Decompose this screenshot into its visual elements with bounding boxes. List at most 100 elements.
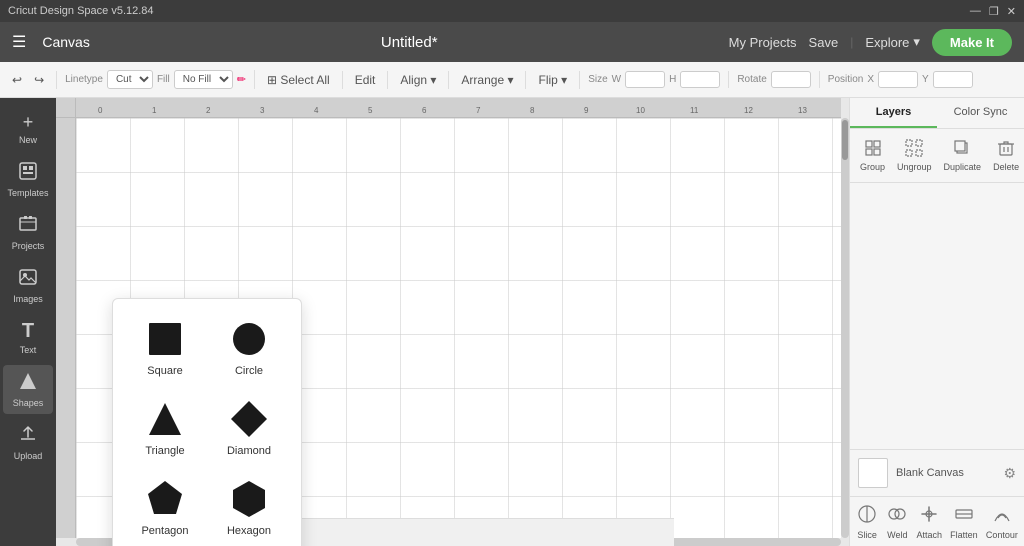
align-button[interactable]: Align ▾ xyxy=(396,71,440,89)
rotate-label: Rotate xyxy=(737,74,766,85)
linetype-select[interactable]: Cut xyxy=(107,70,153,89)
rotate-input[interactable] xyxy=(771,71,811,88)
fill-select[interactable]: No Fill xyxy=(174,70,233,89)
h-label: H xyxy=(669,74,676,85)
shapes-icon xyxy=(18,371,38,396)
shape-pentagon[interactable]: Pentagon xyxy=(125,471,205,543)
sidebar-item-upload[interactable]: Upload xyxy=(3,418,53,467)
sidebar-item-templates[interactable]: Templates xyxy=(3,155,53,204)
hexagon-icon xyxy=(227,477,271,521)
canvas-settings-icon[interactable]: ⚙ xyxy=(1003,465,1016,482)
explore-button[interactable]: Explore ▾ xyxy=(865,34,920,50)
undo-button[interactable]: ↩ xyxy=(8,71,26,89)
shape-diamond[interactable]: Diamond xyxy=(209,391,289,463)
sidebar-item-templates-label: Templates xyxy=(7,188,48,198)
ungroup-button[interactable]: Ungroup xyxy=(891,135,938,176)
toolbar-linetype-group: Linetype Cut Fill No Fill ✏ xyxy=(65,70,255,89)
pentagon-icon xyxy=(143,477,187,521)
flatten-icon xyxy=(953,503,975,528)
hamburger-menu[interactable]: ☰ xyxy=(12,32,26,52)
attach-label: Attach xyxy=(916,530,942,540)
shape-circle[interactable]: Circle xyxy=(209,311,289,383)
linetype-label: Linetype xyxy=(65,74,103,85)
width-input[interactable] xyxy=(625,71,665,88)
sidebar-item-images[interactable]: Images xyxy=(3,261,53,310)
my-projects-link[interactable]: My Projects xyxy=(729,35,797,50)
diamond-icon xyxy=(227,397,271,441)
circle-icon xyxy=(227,317,271,361)
weld-label: Weld xyxy=(887,530,907,540)
save-button[interactable]: Save xyxy=(809,35,839,50)
tab-colorsync[interactable]: Color Sync xyxy=(937,98,1024,128)
toolbar-rotate-group: Rotate xyxy=(737,71,819,88)
group-button[interactable]: Group xyxy=(854,135,891,176)
close-btn[interactable]: ✕ xyxy=(1007,5,1016,18)
toolbar-position-group: Position X Y xyxy=(828,71,981,88)
pencil-icon[interactable]: ✏ xyxy=(237,73,246,86)
sidebar-item-text[interactable]: T Text xyxy=(3,314,53,361)
delete-label: Delete xyxy=(993,162,1019,172)
sidebar-item-projects[interactable]: Projects xyxy=(3,208,53,257)
diamond-label: Diamond xyxy=(227,445,271,457)
x-input[interactable] xyxy=(878,71,918,88)
group-icon xyxy=(864,139,882,160)
sidebar-item-images-label: Images xyxy=(13,294,43,304)
app-name: Cricut Design Space v5.12.84 xyxy=(8,5,154,17)
right-panel: Layers Color Sync Group Ungroup Duplic xyxy=(849,98,1024,546)
ruler-corner xyxy=(56,98,76,118)
make-it-button[interactable]: Make It xyxy=(932,29,1012,56)
sidebar-item-shapes-label: Shapes xyxy=(13,398,44,408)
canvas-label: Canvas xyxy=(42,34,89,50)
slice-button[interactable]: Slice xyxy=(856,503,878,540)
toolbar-size-group: Size W H xyxy=(588,71,729,88)
upload-icon xyxy=(18,424,38,449)
flip-button[interactable]: Flip ▾ xyxy=(534,71,571,89)
ruler-horizontal: 0 1 2 3 4 5 6 7 8 9 10 11 12 13 xyxy=(76,98,841,118)
scrollbar-v-track[interactable] xyxy=(841,118,849,538)
toolbar-flip-group: Flip ▾ xyxy=(534,71,580,89)
top-nav: ☰ Canvas Untitled* My Projects Save | Ex… xyxy=(0,22,1024,62)
edit-button[interactable]: Edit xyxy=(351,71,380,89)
height-input[interactable] xyxy=(680,71,720,88)
shape-triangle[interactable]: Triangle xyxy=(125,391,205,463)
tab-layers[interactable]: Layers xyxy=(850,98,937,128)
shape-hexagon[interactable]: Hexagon xyxy=(209,471,289,543)
select-all-button[interactable]: ⊞ Select All xyxy=(263,71,334,89)
y-input[interactable] xyxy=(933,71,973,88)
weld-icon xyxy=(886,503,908,528)
arrange-button[interactable]: Arrange ▾ xyxy=(457,71,517,89)
ruler-vertical xyxy=(56,118,76,538)
shapes-grid: Square Circle Triangle xyxy=(125,311,289,546)
redo-button[interactable]: ↪ xyxy=(30,71,48,89)
slice-label: Slice xyxy=(857,530,877,540)
scrollbar-v-thumb[interactable] xyxy=(842,120,848,160)
duplicate-button[interactable]: Duplicate xyxy=(938,135,988,176)
flatten-button[interactable]: Flatten xyxy=(950,503,978,540)
square-icon xyxy=(143,317,187,361)
attach-button[interactable]: Attach xyxy=(916,503,942,540)
minimize-btn[interactable]: — xyxy=(970,5,981,18)
triangle-label: Triangle xyxy=(145,445,184,457)
images-icon xyxy=(18,267,38,292)
toolbar-undo-group: ↩ ↪ xyxy=(8,71,57,89)
sidebar-item-new[interactable]: + New xyxy=(3,106,53,151)
attach-icon xyxy=(918,503,940,528)
sidebar-item-text-label: Text xyxy=(20,345,37,355)
delete-icon xyxy=(997,139,1015,160)
layers-content xyxy=(850,183,1024,449)
scrollbar-vertical[interactable] xyxy=(841,118,849,538)
canvas-color-swatch[interactable] xyxy=(858,458,888,488)
shape-square[interactable]: Square xyxy=(125,311,205,383)
panel-footer: Blank Canvas ⚙ xyxy=(850,449,1024,496)
sidebar-item-projects-label: Projects xyxy=(12,241,45,251)
ungroup-label: Ungroup xyxy=(897,162,932,172)
sidebar-item-shapes[interactable]: Shapes xyxy=(3,365,53,414)
window-controls[interactable]: — ❐ ✕ xyxy=(970,5,1016,18)
contour-button[interactable]: Contour xyxy=(986,503,1018,540)
square-label: Square xyxy=(147,365,182,377)
weld-button[interactable]: Weld xyxy=(886,503,908,540)
canvas-area[interactable]: 0 1 2 3 4 5 6 7 8 9 10 11 12 13 xyxy=(56,98,849,546)
delete-button[interactable]: Delete xyxy=(987,135,1024,176)
position-label: Position xyxy=(828,74,864,85)
maximize-btn[interactable]: ❐ xyxy=(989,5,999,18)
